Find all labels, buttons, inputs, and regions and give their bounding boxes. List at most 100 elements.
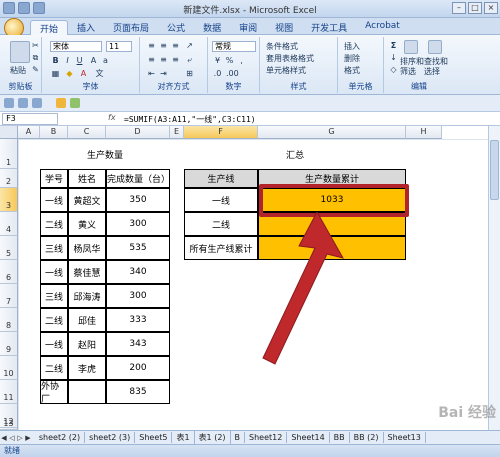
tab-4[interactable]: 数据 — [194, 20, 230, 35]
right-table-label[interactable]: 所有生产线累计 — [184, 236, 258, 260]
save-small-icon[interactable] — [4, 98, 14, 108]
grow-font-icon[interactable]: A — [88, 56, 99, 66]
tab-2[interactable]: 页面布局 — [104, 20, 158, 35]
sort-filter-icon[interactable] — [404, 40, 418, 54]
left-table-cell[interactable]: 一线 — [40, 260, 68, 284]
align-top-icon[interactable]: ≡ — [146, 41, 157, 51]
row-header-4[interactable]: 4 — [0, 212, 18, 236]
fx-icon[interactable]: fx — [108, 113, 116, 122]
merge-center-icon[interactable]: ⊞ — [184, 69, 195, 79]
align-right-icon[interactable]: ≡ — [170, 55, 181, 65]
row-header-11[interactable]: 11 — [0, 380, 18, 404]
left-table-cell[interactable]: 二线 — [40, 212, 68, 236]
left-table-cell[interactable]: 三线 — [40, 236, 68, 260]
left-table-cell[interactable]: 黄超文 — [68, 188, 106, 212]
italic-icon[interactable]: I — [62, 56, 73, 66]
find-select-icon[interactable] — [428, 40, 442, 54]
copy-icon[interactable]: ⧉ — [30, 53, 41, 63]
left-table-header[interactable]: 完成数量（台） — [106, 169, 170, 188]
column-header-A[interactable]: A — [18, 126, 40, 139]
vertical-scrollbar[interactable] — [488, 126, 500, 430]
font-color-icon[interactable]: A — [78, 69, 89, 79]
left-table-cell[interactable]: 外协厂 — [40, 380, 68, 405]
column-header-H[interactable]: H — [406, 126, 442, 139]
undo-small-icon[interactable] — [18, 98, 28, 108]
increase-decimal-icon[interactable]: .0 — [212, 69, 223, 79]
left-table-cell[interactable]: 二线 — [40, 308, 68, 332]
tab-7[interactable]: 开发工具 — [302, 20, 356, 35]
number-format-combo[interactable]: 常规 — [212, 41, 256, 52]
currency-icon[interactable]: ¥ — [212, 56, 223, 66]
left-table-cell[interactable]: 一线 — [40, 188, 68, 212]
column-header-C[interactable]: C — [68, 126, 106, 139]
left-table-title[interactable]: 生产数量 — [40, 139, 170, 169]
paste-button[interactable]: 粘贴 — [10, 65, 26, 76]
folder-icon[interactable] — [56, 98, 66, 108]
font-size-combo[interactable]: 11 — [106, 41, 132, 52]
format-button[interactable]: 格式 — [344, 65, 360, 76]
row-header-7[interactable]: 7 — [0, 284, 18, 308]
phonetic-icon[interactable]: 文 — [94, 69, 105, 79]
row-header-6[interactable]: 6 — [0, 260, 18, 284]
left-table-cell[interactable]: 343 — [106, 332, 170, 356]
row-header-5[interactable]: 5 — [0, 236, 18, 260]
column-header-B[interactable]: B — [40, 126, 68, 139]
decrease-decimal-icon[interactable]: .00 — [226, 69, 239, 79]
prev-sheet-icon[interactable]: ◁ — [8, 434, 16, 442]
formula-input[interactable]: =SUMIF(A3:A11,"一线",C3:C11) — [124, 114, 256, 125]
left-table-cell[interactable]: 300 — [106, 212, 170, 236]
sheet-tab[interactable]: 表1 — [172, 431, 195, 444]
align-center-icon[interactable]: ≡ — [158, 55, 169, 65]
scroll-thumb[interactable] — [490, 140, 499, 200]
minimize-button[interactable]: – — [452, 2, 466, 14]
left-table-header[interactable]: 姓名 — [68, 169, 106, 188]
paste-icon[interactable] — [10, 41, 30, 63]
sheet-tab[interactable]: sheet2 (2) — [35, 432, 86, 443]
align-bottom-icon[interactable]: ≡ — [170, 41, 181, 51]
left-table-cell[interactable]: 一线 — [40, 332, 68, 356]
bold-icon[interactable]: B — [50, 56, 61, 66]
next-sheet-icon[interactable]: ▷ — [16, 434, 24, 442]
left-table-cell[interactable]: 邱佳 — [68, 308, 106, 332]
left-table-cell[interactable]: 333 — [106, 308, 170, 332]
percent-icon[interactable]: % — [224, 56, 235, 66]
tab-8[interactable]: Acrobat — [356, 20, 409, 35]
decrease-indent-icon[interactable]: ⇤ — [146, 69, 157, 79]
column-header-E[interactable]: E — [170, 126, 184, 139]
autosum-icon[interactable]: Σ — [388, 41, 399, 51]
sheet-tab[interactable]: Sheet14 — [287, 432, 330, 443]
tab-6[interactable]: 视图 — [266, 20, 302, 35]
sheet-tab[interactable]: Sheet12 — [245, 432, 288, 443]
row-header-3[interactable]: 3 — [0, 188, 18, 212]
tab-5[interactable]: 审阅 — [230, 20, 266, 35]
left-table-cell[interactable] — [68, 380, 106, 404]
orientation-icon[interactable]: ↗ — [184, 41, 195, 51]
select-all-corner[interactable] — [0, 126, 18, 139]
align-left-icon[interactable]: ≡ — [146, 55, 157, 65]
insert-button[interactable]: 插入 — [344, 41, 360, 52]
tab-0[interactable]: 开始 — [30, 20, 69, 35]
left-table-cell[interactable]: 340 — [106, 260, 170, 284]
first-sheet-icon[interactable]: ◀ — [0, 434, 8, 442]
left-table-cell[interactable]: 535 — [106, 236, 170, 260]
close-button[interactable]: × — [484, 2, 498, 14]
left-table-cell[interactable]: 李虎 — [68, 356, 106, 380]
right-table-title[interactable]: 汇总 — [184, 139, 406, 169]
redo-small-icon[interactable] — [32, 98, 42, 108]
cut-icon[interactable]: ✂ — [30, 41, 41, 51]
sort-filter-button[interactable]: 排序和 筛选 — [400, 57, 424, 77]
left-table-cell[interactable]: 赵阳 — [68, 332, 106, 356]
row-header-2[interactable]: 2 — [0, 169, 18, 188]
row-header-10[interactable]: 10 — [0, 356, 18, 380]
left-table-cell[interactable]: 350 — [106, 188, 170, 212]
clear-icon[interactable]: ◇ — [388, 65, 399, 75]
increase-indent-icon[interactable]: ⇥ — [158, 69, 169, 79]
fill-color-icon[interactable]: ◆ — [64, 69, 75, 79]
format-painter-icon[interactable]: ✎ — [30, 65, 41, 75]
left-table-header[interactable]: 学号 — [40, 169, 68, 188]
fill-icon[interactable]: ↓ — [388, 53, 399, 63]
sheet-tab[interactable]: Sheet5 — [135, 432, 173, 443]
print-preview-icon[interactable] — [70, 98, 80, 108]
conditional-format-button[interactable]: 条件格式 — [266, 41, 298, 52]
sheet-tab[interactable]: sheet2 (3) — [85, 432, 136, 443]
